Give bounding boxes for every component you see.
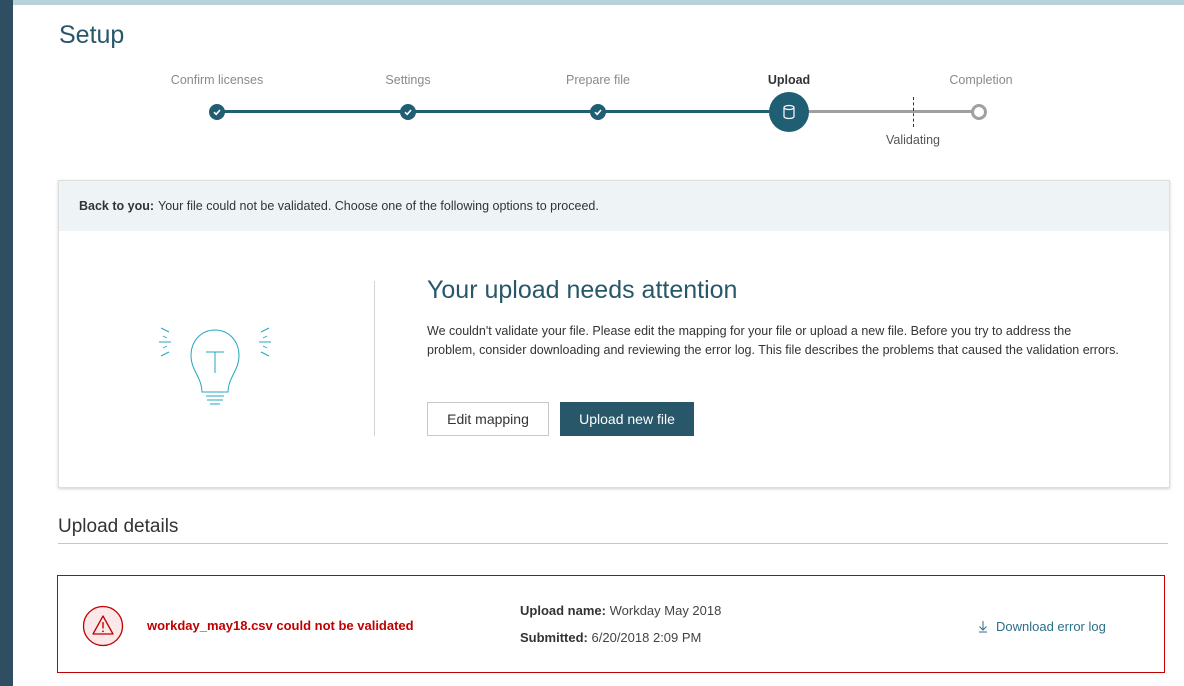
page-title: Setup <box>59 21 125 49</box>
download-error-log-label: Download error log <box>996 619 1106 634</box>
attention-description: We couldn't validate your file. Please e… <box>427 324 1119 357</box>
step-label-confirm-licenses: Confirm licenses <box>170 73 264 87</box>
step-dot-completion <box>971 104 987 120</box>
attention-card: Back to you: Your file could not be vali… <box>58 180 1170 488</box>
substep-marker <box>913 97 914 127</box>
download-error-log-link[interactable]: Download error log <box>978 619 1106 634</box>
checkmark-icon <box>404 109 412 116</box>
left-nav-rail <box>0 0 13 686</box>
step-dot-confirm-licenses <box>209 104 225 120</box>
upload-details-heading: Upload details <box>58 516 179 537</box>
warning-icon <box>82 605 124 647</box>
step-label-upload: Upload <box>767 73 811 87</box>
error-message: workday_may18.csv could not be validated <box>147 618 414 633</box>
top-accent-bar <box>0 0 1184 5</box>
checkmark-icon <box>594 109 602 116</box>
vertical-divider <box>374 281 375 436</box>
step-dot-upload <box>769 92 809 132</box>
submitted-row: Submitted: 6/20/2018 2:09 PM <box>520 630 701 645</box>
step-label-settings: Settings <box>385 73 431 87</box>
database-icon <box>783 104 795 120</box>
substep-label-validating: Validating <box>886 133 940 147</box>
download-icon <box>979 621 987 633</box>
notice-banner: Back to you: Your file could not be vali… <box>59 181 1169 231</box>
stepper-track-complete <box>217 110 788 113</box>
checkmark-icon <box>213 109 221 116</box>
upload-new-file-button[interactable]: Upload new file <box>560 402 694 436</box>
upload-name-label: Upload name: <box>520 603 606 618</box>
banner-text: Your file could not be validated. Choose… <box>158 199 599 213</box>
submitted-value: 6/20/2018 2:09 PM <box>591 630 702 645</box>
section-divider <box>58 543 1168 544</box>
upload-name-value: Workday May 2018 <box>609 603 722 618</box>
step-dot-prepare-file <box>590 104 606 120</box>
lightbulb-icon <box>159 327 271 405</box>
upload-name-row: Upload name: Workday May 2018 <box>520 603 721 618</box>
upload-error-card: workday_may18.csv could not be validated… <box>57 575 1165 673</box>
submitted-label: Submitted: <box>520 630 588 645</box>
step-dot-settings <box>400 104 416 120</box>
attention-title: Your upload needs attention <box>427 276 738 304</box>
banner-prefix: Back to you: <box>79 199 155 213</box>
step-label-completion: Completion <box>949 73 1013 87</box>
edit-mapping-button[interactable]: Edit mapping <box>427 402 549 436</box>
stepper-track-pending <box>788 110 978 113</box>
step-label-prepare-file: Prepare file <box>566 73 630 87</box>
